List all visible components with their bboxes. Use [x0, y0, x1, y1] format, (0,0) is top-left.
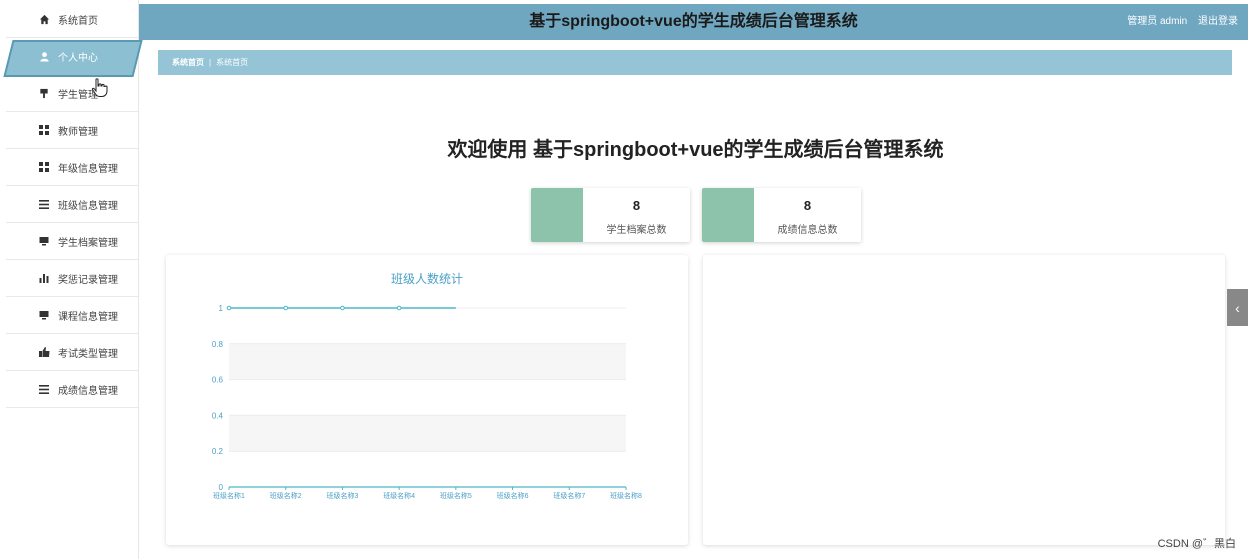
- data-point: [283, 305, 289, 311]
- system-title: 基于springboot+vue的学生成绩后台管理系统: [529, 13, 858, 30]
- home-icon: [38, 13, 50, 25]
- list-icon: [38, 198, 50, 210]
- breadcrumb: 系统首页 | 系统首页: [158, 50, 1232, 75]
- y-tick-label: 1: [219, 304, 224, 313]
- admin-user-label: 管理员 admin: [1127, 16, 1188, 27]
- data-point: [226, 305, 232, 311]
- thumb-icon: [38, 346, 50, 358]
- data-point: [340, 305, 345, 311]
- y-tick-label: 0.2: [212, 447, 224, 456]
- stat-swatch: [702, 188, 754, 242]
- sidebar-item-label: 学生档案管理: [58, 237, 118, 249]
- collapse-tab-button[interactable]: ‹: [1227, 289, 1248, 326]
- sidebar-item-label: 班级信息管理: [58, 200, 118, 212]
- sidebar-item-label: 课程信息管理: [58, 311, 118, 323]
- stat-value: 8: [803, 198, 812, 213]
- user-icon: [38, 51, 50, 63]
- list-icon: [38, 383, 50, 395]
- stat-card-student-archives: 8 学生档案总数: [531, 188, 690, 242]
- y-tick-label: 0.6: [212, 376, 224, 385]
- sidebar-item-label: 考试类型管理: [58, 348, 118, 360]
- x-tick-label: 班级名称5: [440, 491, 472, 500]
- y-tick-label: 0.4: [212, 411, 224, 420]
- empty-chart-card: [703, 255, 1225, 545]
- breadcrumb-separator: |: [209, 58, 212, 67]
- stat-label: 成绩信息总数: [777, 225, 838, 236]
- sidebar-item-archive-management[interactable]: 学生档案管理: [6, 223, 138, 260]
- chevron-left-icon: ‹: [1235, 299, 1240, 316]
- hand-cursor-icon: [90, 78, 110, 103]
- bar-chart-icon: [38, 272, 50, 284]
- breadcrumb-current: 系统首页: [216, 58, 249, 67]
- top-header: 基于springboot+vue的学生成绩后台管理系统 管理员 admin 退出…: [139, 4, 1248, 40]
- sidebar-item-label: 奖惩记录管理: [58, 274, 118, 286]
- sidebar: 系统首页 个人中心 学生管理 教师管理 年级信息管理 班级信息管理 学生档案管理…: [0, 0, 139, 559]
- stat-value: 8: [632, 198, 641, 213]
- stat-swatch: [531, 188, 583, 242]
- watermark: CSDN @゛黑白: [1157, 538, 1236, 550]
- logout-button[interactable]: 退出登录: [1198, 16, 1238, 27]
- sidebar-item-exam-type-management[interactable]: 考试类型管理: [6, 334, 138, 371]
- sidebar-item-score-management[interactable]: 成绩信息管理: [6, 371, 138, 408]
- user-area: 管理员 admin 退出登录: [1119, 4, 1238, 40]
- x-tick-label: 班级名称4: [383, 491, 415, 500]
- x-tick-label: 班级名称8: [610, 491, 642, 500]
- sidebar-item-reward-management[interactable]: 奖惩记录管理: [6, 260, 138, 297]
- sidebar-item-home[interactable]: 系统首页: [6, 1, 138, 38]
- sidebar-item-label: 成绩信息管理: [58, 385, 118, 397]
- stat-card-score-info: 8 成绩信息总数: [702, 188, 861, 242]
- monitor-icon: [38, 235, 50, 247]
- y-tick-label: 0.8: [212, 340, 224, 349]
- x-tick-label: 班级名称3: [326, 491, 358, 500]
- flag-icon: [38, 87, 50, 99]
- line-chart: 0 0.2 0.4 0.6 0.8 1 班级名称1 班级名称2 班级名称3 班级名称4 班级名称5 班…: [212, 304, 642, 500]
- welcome-heading: 欢迎使用 基于springboot+vue的学生成绩后台管理系统: [447, 139, 944, 161]
- sidebar-item-class-management[interactable]: 班级信息管理: [6, 186, 138, 223]
- class-chart-card: 班级人数统计 0 0.2 0.4 0.6 0.8 1 班级名称1 班级名称2 班级名称3 班级名称…: [166, 255, 688, 545]
- sidebar-item-label: 个人中心: [58, 53, 98, 64]
- sidebar-item-label: 系统首页: [58, 15, 98, 27]
- grid-icon: [38, 161, 50, 173]
- sidebar-item-course-management[interactable]: 课程信息管理: [6, 297, 138, 334]
- x-tick-label: 班级名称6: [497, 491, 529, 500]
- data-point: [396, 305, 402, 311]
- grid-band: [229, 343, 626, 380]
- x-tick-label: 班级名称1: [213, 491, 245, 500]
- sidebar-item-personal-center[interactable]: 个人中心: [6, 38, 138, 75]
- breadcrumb-home[interactable]: 系统首页: [172, 57, 204, 68]
- sidebar-item-student-management[interactable]: 学生管理: [6, 75, 138, 112]
- y-tick-label: 0: [219, 483, 224, 492]
- x-tick-label: 班级名称7: [553, 491, 585, 500]
- stat-label: 学生档案总数: [606, 225, 667, 236]
- monitor-icon: [38, 309, 50, 321]
- grid-band: [229, 415, 626, 452]
- x-tick-label: 班级名称2: [270, 491, 302, 500]
